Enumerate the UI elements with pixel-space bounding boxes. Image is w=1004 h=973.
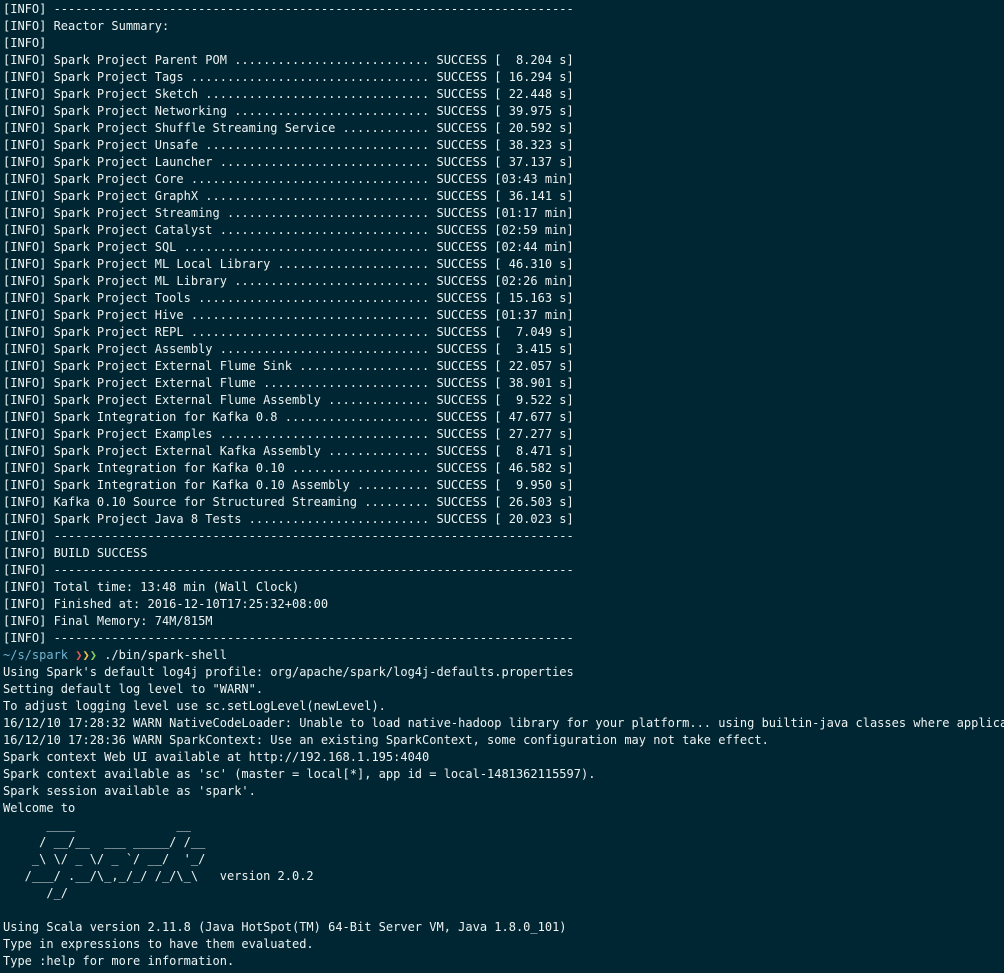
build-log-line: [INFO] Finished at: 2016-12-10T17:25:32+… <box>3 597 329 611</box>
shell-output-line: Setting default log level to "WARN". <box>3 682 264 696</box>
shell-output-line: Welcome to <box>3 801 76 815</box>
build-log-line: [INFO] Spark Integration for Kafka 0.10 … <box>3 478 574 492</box>
build-log-line: [INFO] Spark Project REPL ..............… <box>3 325 574 339</box>
prompt-chevron-green: ❯ <box>89 648 97 662</box>
build-log-line: [INFO] Spark Integration for Kafka 0.8 .… <box>3 410 574 424</box>
build-log-line: [INFO] Spark Project Launcher ..........… <box>3 155 574 169</box>
shell-output-line: Spark context available as 'sc' (master … <box>3 767 596 781</box>
shell-output-line: / __/__ ___ _____/ /__ <box>3 835 206 849</box>
build-log-line: [INFO] Spark Project Catalyst ..........… <box>3 223 574 237</box>
build-log-line: [INFO] Spark Project Unsafe ............… <box>3 138 574 152</box>
terminal-window[interactable]: [INFO] ---------------------------------… <box>0 0 1004 973</box>
build-log-line: [INFO] ---------------------------------… <box>3 563 574 577</box>
shell-output-line: Using Scala version 2.11.8 (Java HotSpot… <box>3 920 567 934</box>
build-log-line: [INFO] ---------------------------------… <box>3 631 574 645</box>
build-output: [INFO] ---------------------------------… <box>3 1 1004 647</box>
build-log-line: [INFO] Spark Project ML Library ........… <box>3 274 574 288</box>
shell-output-line: Type in expressions to have them evaluat… <box>3 937 314 951</box>
shell-output: Using Spark's default log4j profile: org… <box>3 664 1004 970</box>
build-log-line: [INFO] ---------------------------------… <box>3 529 574 543</box>
build-log-line: [INFO] Spark Project External Flume Asse… <box>3 393 574 407</box>
shell-output-line: 16/12/10 17:28:32 WARN NativeCodeLoader:… <box>3 716 1004 730</box>
build-log-line: [INFO] BUILD SUCCESS <box>3 546 148 560</box>
shell-output-line: _\ \/ _ \/ _ `/ __/ '_/ <box>3 852 206 866</box>
build-log-line: [INFO] Kafka 0.10 Source for Structured … <box>3 495 574 509</box>
build-log-line: [INFO] Spark Project Core ..............… <box>3 172 574 186</box>
prompt-command: ./bin/spark-shell <box>104 648 228 662</box>
build-log-line: [INFO] Spark Project Tools .............… <box>3 291 574 305</box>
shell-prompt: ~/s/spark ❯❯❯ ./bin/spark-shell <box>3 647 1004 664</box>
build-log-line: [INFO] Spark Project External Flume ....… <box>3 376 574 390</box>
shell-output-line: Spark context Web UI available at http:/… <box>3 750 430 764</box>
prompt-cwd: ~/s/spark <box>3 648 69 662</box>
shell-output-line: Spark session available as 'spark'. <box>3 784 256 798</box>
build-log-line: [INFO] Spark Project Sketch ............… <box>3 87 574 101</box>
shell-output-line: ____ __ <box>3 818 191 832</box>
build-log-line: [INFO] Spark Integration for Kafka 0.10 … <box>3 461 574 475</box>
build-log-line: [INFO] Spark Project Networking ........… <box>3 104 574 118</box>
build-log-line: [INFO] Spark Project Parent POM ........… <box>3 53 574 67</box>
build-log-line: [INFO] Spark Project External Flume Sink… <box>3 359 574 373</box>
build-log-line: [INFO] Spark Project SQL ...............… <box>3 240 574 254</box>
build-log-line: [INFO] Spark Project Shuffle Streaming S… <box>3 121 574 135</box>
build-log-line: [INFO] Spark Project Hive ..............… <box>3 308 574 322</box>
shell-output-line: /___/ .__/\_,_/_/ /_/\_\ version 2.0.2 <box>3 869 314 883</box>
shell-output-line <box>3 902 1004 919</box>
shell-output-line: Using Spark's default log4j profile: org… <box>3 665 574 679</box>
build-log-line: [INFO] Final Memory: 74M/815M <box>3 614 213 628</box>
shell-output-line: To adjust logging level use sc.setLogLev… <box>3 699 386 713</box>
build-log-line: [INFO] Spark Project Examples ..........… <box>3 427 574 441</box>
shell-output-line: Type :help for more information. <box>3 954 235 968</box>
build-log-line: [INFO] Spark Project Java 8 Tests ......… <box>3 512 574 526</box>
build-log-line: [INFO] Total time: 13:48 min (Wall Clock… <box>3 580 300 594</box>
build-log-line: [INFO] Spark Project ML Local Library ..… <box>3 257 574 271</box>
build-log-line: [INFO] Spark Project External Kafka Asse… <box>3 444 574 458</box>
build-log-line: [INFO] <box>3 36 47 50</box>
prompt-chevron-yellow: ❯ <box>82 648 90 662</box>
build-log-line: [INFO] Reactor Summary: <box>3 19 170 33</box>
build-log-line: [INFO] Spark Project Tags ..............… <box>3 70 574 84</box>
build-log-line: [INFO] Spark Project GraphX ............… <box>3 189 574 203</box>
shell-output-line: /_/ <box>3 886 69 900</box>
prompt-chevron-red: ❯ <box>75 648 83 662</box>
build-log-line: [INFO] Spark Project Streaming .........… <box>3 206 574 220</box>
build-log-line: [INFO] Spark Project Assembly ..........… <box>3 342 574 356</box>
shell-output-line: 16/12/10 17:28:36 WARN SparkContext: Use… <box>3 733 769 747</box>
build-log-line: [INFO] ---------------------------------… <box>3 2 574 16</box>
